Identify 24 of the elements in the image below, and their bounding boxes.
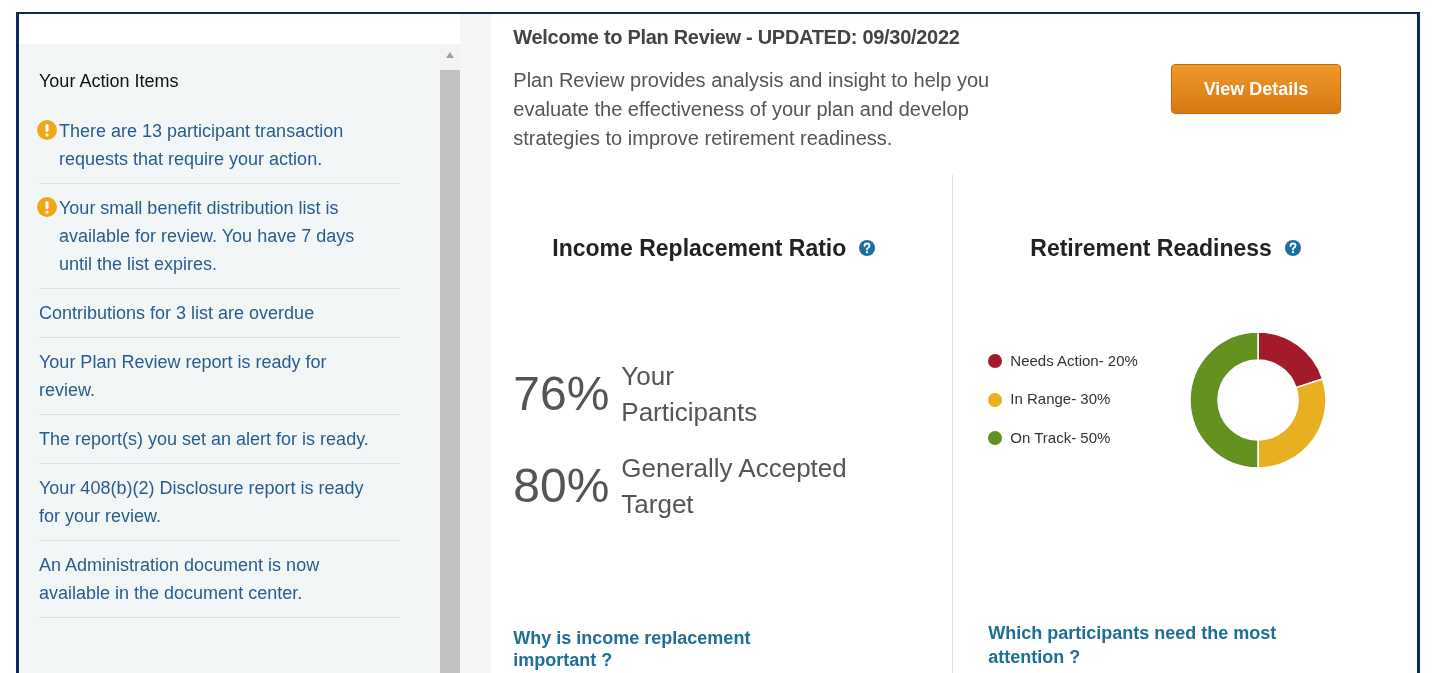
action-item-link[interactable]: Your Plan Review report is ready for review. [39, 348, 379, 404]
legend-label: In Range- 30% [1010, 389, 1111, 410]
percentage-value: 76% [513, 365, 611, 422]
card-title: Income Replacement Ratio [552, 234, 847, 263]
legend-label: Needs Action- 20% [1010, 350, 1138, 371]
stat-label: Your Participants [621, 359, 759, 429]
legend-label: On Track- 50% [1010, 427, 1111, 448]
section-title: Your Action Items [39, 70, 180, 93]
info-link[interactable]: Why is income replacement important ? [513, 627, 794, 671]
description: Plan Review provides analysis and insight to help you evaluate the effectiveness of your plan and develop strategies to improve retirement readiness. [513, 68, 991, 151]
page-heading: Welcome to Plan Review - UPDATED: 09/30/2022 [513, 25, 961, 50]
action-item-link[interactable]: Contributions for 3 list are overdue [39, 299, 379, 327]
percentage-value: 80% [513, 457, 611, 514]
action-item-link[interactable]: An Administration document is now available in the document center. [39, 551, 379, 607]
action-item-link[interactable]: The report(s) you set an alert for is ready. [39, 425, 379, 453]
stat-label: Generally Accepted Target [621, 451, 848, 521]
action-item-link[interactable]: Your 408(b)(2) Disclosure report is ready for your review. [39, 474, 379, 530]
info-link[interactable]: Which participants need the most attention ? [988, 621, 1309, 669]
action-item-link[interactable]: There are 13 participant transaction requests that require your action. [59, 117, 379, 173]
help-icon[interactable] [1283, 239, 1302, 258]
scrollbar[interactable] [440, 44, 461, 673]
action-item-link[interactable]: Your small benefit distribution list is available for review. You have 7 days until the list expires. [59, 194, 379, 278]
card-title: Retirement Readiness [1030, 234, 1272, 263]
help-icon[interactable] [858, 239, 877, 258]
